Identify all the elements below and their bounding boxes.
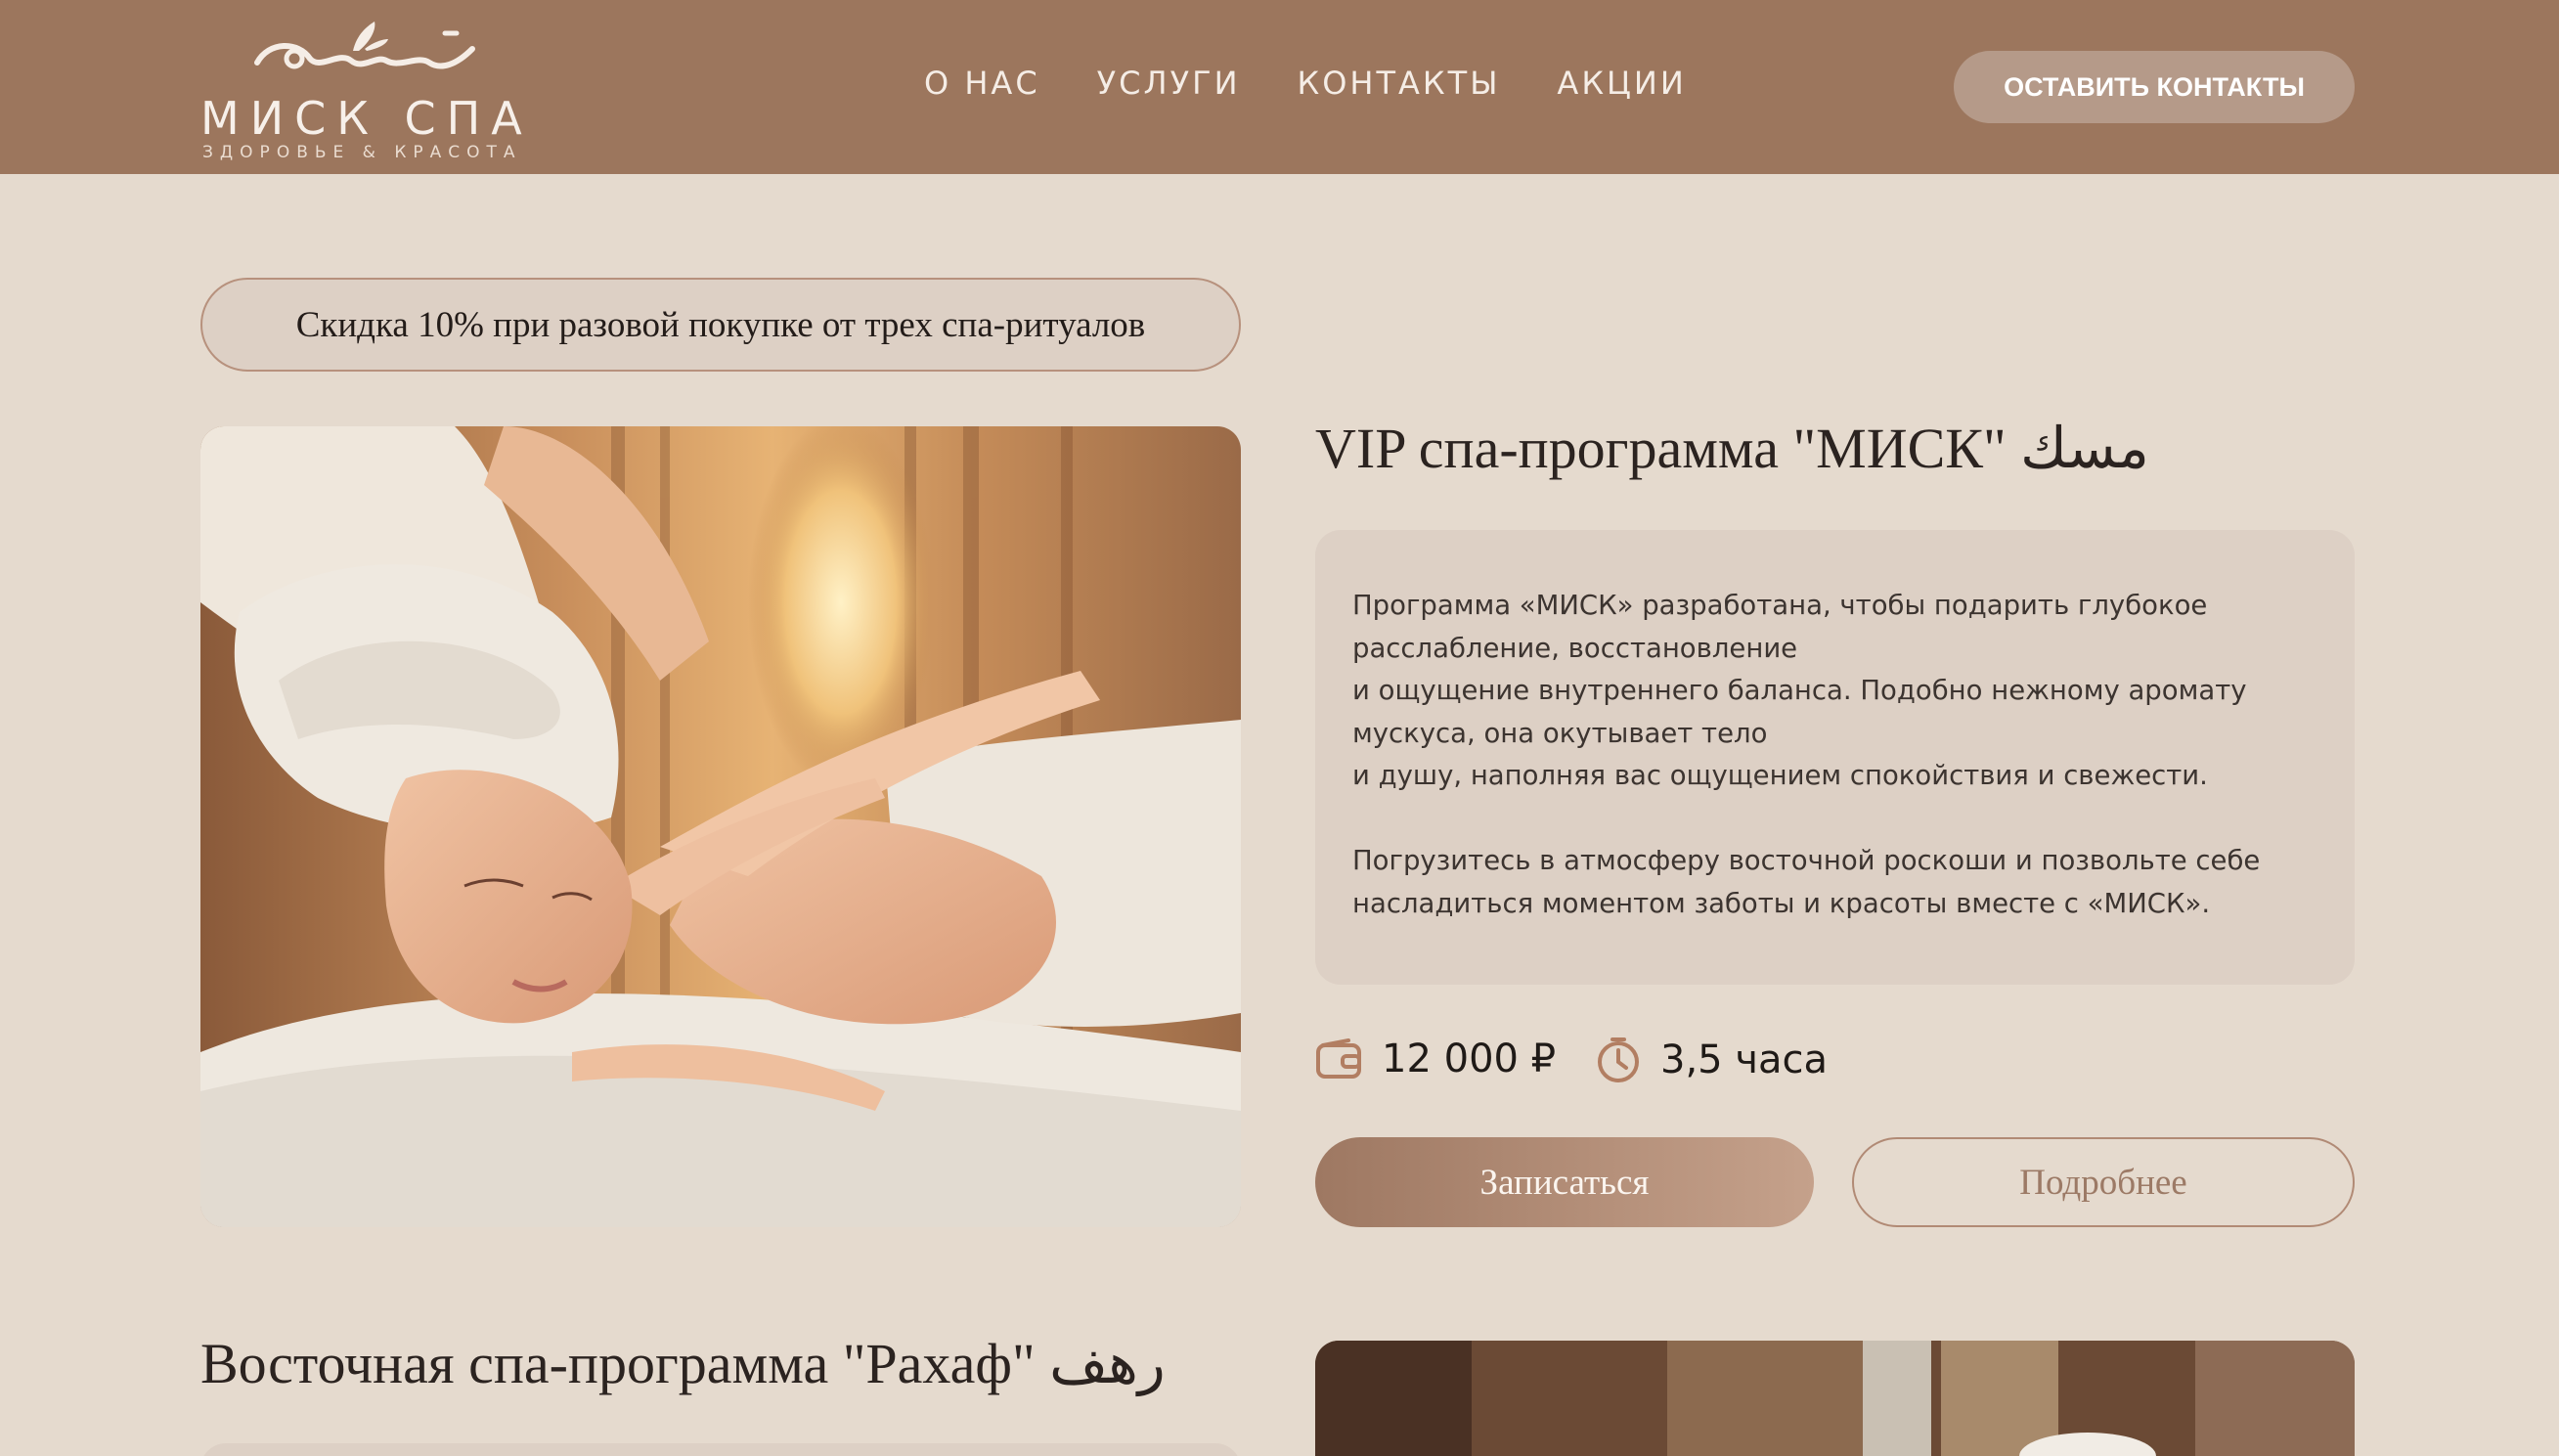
description-line: и душу, наполняя вас ощущением спокойств…: [1352, 760, 2208, 791]
logo-subtitle: ЗДОРОВЬЕ & КРАСОТА: [202, 143, 522, 162]
program-title-rahaf: Восточная спа-программа "Рахаф" رهف: [200, 1332, 1166, 1395]
program2-description-card: [200, 1443, 1241, 1456]
main-nav: О НАС УСЛУГИ КОНТАКТЫ АКЦИИ: [924, 65, 1687, 102]
duration-info: 3,5 часа: [1596, 1037, 1828, 1083]
description-line: расслабление, восстановление: [1352, 632, 1798, 664]
leave-contacts-button[interactable]: ОСТАВИТЬ КОНТАКТЫ: [1954, 51, 2355, 123]
nav-contacts[interactable]: КОНТАКТЫ: [1298, 65, 1501, 102]
logo-title: МИСК СПА: [200, 92, 533, 145]
timer-icon: [1598, 1037, 1639, 1082]
discount-banner: Скидка 10% при разовой покупке от трех с…: [200, 278, 1241, 372]
details-button[interactable]: Подробнее: [1852, 1137, 2355, 1227]
book-button[interactable]: Записаться: [1315, 1137, 1814, 1227]
logo-calligraphy-icon: [254, 22, 475, 69]
duration-value: 3,5 часа: [1660, 1037, 1828, 1082]
program-title-misk: VIP спа-программа "МИСК" مسك: [1315, 417, 2149, 480]
description-line: Программа «МИСК» разработана, чтобы пода…: [1352, 590, 2208, 621]
nav-about[interactable]: О НАС: [924, 65, 1040, 102]
massage-photo: [200, 426, 1241, 1227]
description-line: Погрузитесь в атмосферу восточной роскош…: [1352, 845, 2261, 876]
nav-promotions[interactable]: АКЦИИ: [1557, 65, 1686, 102]
description-line: насладиться моментом заботы и красоты вм…: [1352, 887, 2211, 919]
nav-services[interactable]: УСЛУГИ: [1097, 65, 1241, 102]
wallet-icon: [1316, 1038, 1361, 1079]
price-value: 12 000 ₽: [1382, 1037, 1557, 1081]
program-description-card: Программа «МИСК» разработана, чтобы пода…: [1315, 530, 2355, 985]
description-line: мускуса, она окутывает тело: [1352, 717, 1768, 749]
site-header: МИСК СПА ЗДОРОВЬЕ & КРАСОТА О НАС УСЛУГИ…: [0, 0, 2559, 174]
description-line: и ощущение внутреннего баланса. Подобно …: [1352, 675, 2247, 706]
program2-photo: [1315, 1341, 2355, 1456]
price-info: 12 000 ₽: [1315, 1037, 1556, 1081]
logo[interactable]: МИСК СПА ЗДОРОВЬЕ & КРАСОТА: [200, 12, 543, 163]
